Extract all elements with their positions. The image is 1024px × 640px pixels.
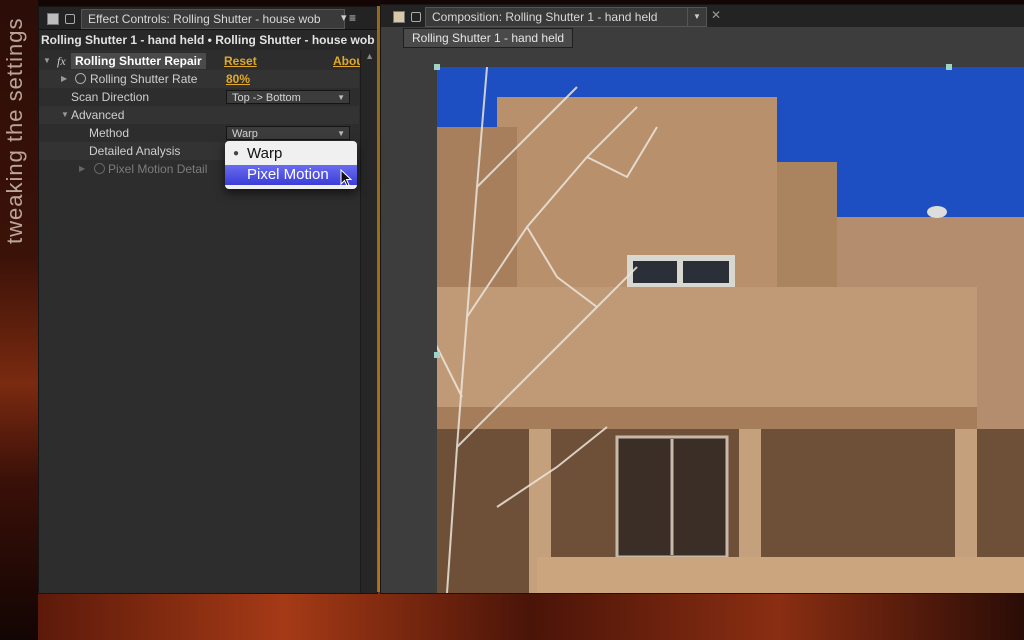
menu-item-label: Warp [247,145,283,162]
property-label: Rolling Shutter Rate [90,72,198,86]
side-title: tweaking the settings [2,17,27,244]
bottom-decoration [38,592,1024,640]
lock-icon[interactable] [411,12,421,22]
method-popup-menu: ● Warp Pixel Motion [225,141,357,189]
property-label: Detailed Analysis [89,144,181,158]
fx-icon[interactable]: fx [57,52,66,70]
collapse-triangle-icon[interactable]: ▼ [43,52,51,70]
composition-viewer[interactable] [437,67,1024,593]
panel-icon[interactable] [47,13,59,25]
dropdown-value: Warp [232,128,258,140]
layer-handle[interactable] [946,64,952,70]
collapse-triangle-icon[interactable]: ▼ [61,106,69,124]
group-label: Advanced [71,108,125,122]
dropdown-value: Top -> Bottom [232,92,301,104]
method-dropdown[interactable]: Warp ▼ [226,126,350,140]
stopwatch-icon[interactable] [94,163,105,174]
reset-link[interactable]: Reset [224,52,257,70]
effect-controls-panel: Effect Controls: Rolling Shutter - house… [38,6,378,594]
property-row-method: Method Warp ▼ [39,124,359,142]
stopwatch-icon[interactable] [75,73,86,84]
scrollbar[interactable] [360,50,377,593]
scan-direction-dropdown[interactable]: Top -> Bottom ▼ [226,90,350,104]
menu-item-pixel-motion[interactable]: Pixel Motion [225,165,357,185]
effect-controls-tabbar: Effect Controls: Rolling Shutter - house… [39,7,377,30]
tab-effect-controls[interactable]: Effect Controls: Rolling Shutter - house… [81,9,345,29]
property-row-rate: ▶ Rolling Shutter Rate 80% [39,70,359,88]
side-banner: tweaking the settings [0,0,38,640]
property-row-scan-direction: Scan Direction Top -> Bottom ▼ [39,88,359,106]
composition-name-button[interactable]: Rolling Shutter 1 - hand held [403,28,574,48]
composition-tabbar: Composition: Rolling Shutter 1 - hand he… [381,5,1024,27]
lock-icon[interactable] [65,14,75,24]
panel-menu-icon[interactable]: ≡ [349,11,356,25]
property-group-advanced[interactable]: ▼ Advanced [39,106,359,124]
chevron-down-icon: ▼ [337,93,345,102]
property-label: Method [89,126,130,140]
scroll-up-icon[interactable]: ▲ [365,51,374,61]
mouse-cursor-icon [340,169,352,187]
property-label: Scan Direction [71,90,150,104]
layer-handle[interactable] [434,64,440,70]
composition-panel: Composition: Rolling Shutter 1 - hand he… [380,4,1024,594]
chevron-down-icon[interactable]: ▼ [687,7,707,27]
menu-item-label: Pixel Motion [247,166,329,183]
chevron-down-icon: ▼ [337,129,345,138]
about-link[interactable]: About... [333,52,361,70]
rate-value[interactable]: 80% [226,70,250,88]
tab-composition[interactable]: Composition: Rolling Shutter 1 - hand he… [425,7,704,27]
menu-item-warp[interactable]: ● Warp [225,144,357,164]
effect-header-row: ▼ fx Rolling Shutter Repair Reset About.… [39,52,361,70]
checked-bullet-icon: ● [233,148,240,159]
expand-triangle-icon[interactable]: ▶ [61,70,67,88]
effect-name[interactable]: Rolling Shutter Repair [71,53,206,69]
tab-dropdown-icon[interactable]: ▾ [341,11,347,24]
property-label: Pixel Motion Detail [108,162,208,176]
layer-handle[interactable] [434,352,440,358]
effect-controls-subtitle: Rolling Shutter 1 - hand held • Rolling … [39,30,377,50]
footage-frame-image [437,67,1024,593]
expand-triangle-icon[interactable]: ▶ [79,160,85,178]
close-icon[interactable]: ✕ [711,8,721,22]
composition-icon[interactable] [393,11,405,23]
